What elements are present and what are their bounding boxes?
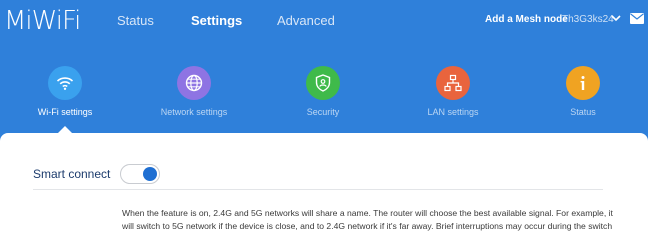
category-bar: Wi-Fi settings Network settings Security [0,44,648,136]
logo: MiWiFi [4,6,81,36]
add-mesh-node-link[interactable]: Add a Mesh node [485,14,568,25]
category-label: Security [306,107,340,117]
category-security[interactable]: Security [258,66,388,136]
top-bar: MiWiFi Status Settings Advanced Add a Me… [0,0,648,44]
mail-icon[interactable] [630,13,644,24]
shield-icon [306,66,340,100]
smart-connect-description: When the feature is on, 2.4G and 5G netw… [122,208,613,231]
settings-panel: Smart connect When the feature is on, 2.… [0,133,648,244]
category-label: Wi-Fi settings [37,107,93,117]
category-label: LAN settings [427,107,479,117]
divider [33,189,603,190]
smart-connect-toggle[interactable] [120,164,160,184]
wifi-icon [48,66,82,100]
active-tab-pointer [58,126,72,133]
nav-advanced[interactable]: Advanced [277,13,335,28]
smart-connect-label: Smart connect [33,167,111,181]
info-icon [566,66,600,100]
category-lan-settings[interactable]: LAN settings [388,66,518,136]
network-icon [436,66,470,100]
nav-settings[interactable]: Settings [191,13,242,28]
chevron-down-icon[interactable] [611,13,621,23]
nav-status[interactable]: Status [117,13,154,28]
category-network-settings[interactable]: Network settings [129,66,259,136]
category-label: Network settings [160,107,228,117]
device-name[interactable]: Th3G3ks24 [562,14,614,25]
globe-icon [177,66,211,100]
toggle-knob [143,167,157,181]
category-label: Status [570,107,596,117]
category-status[interactable]: Status [518,66,648,136]
